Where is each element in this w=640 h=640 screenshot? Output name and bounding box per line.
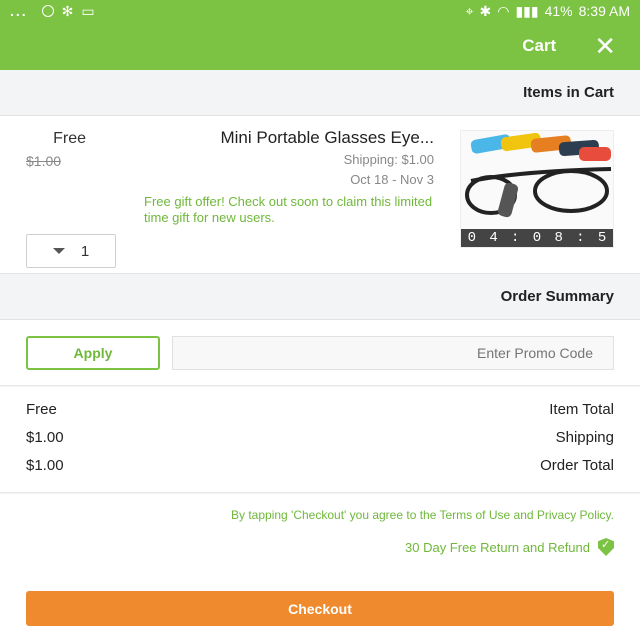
item-total-value: Free [26,401,57,418]
status-bar: ... ✻ ▭ ⌖ ✱ ◠ ▮▮▮ 41% 8:39 AM [0,0,640,22]
terms-link[interactable]: By tapping 'Checkout' you agree to the T… [231,508,614,522]
delivery-dates: Oct 18 - Nov 3 [350,172,434,187]
timer-digit: 5 [597,230,607,246]
shield-check-icon [598,538,614,556]
order-summary-title: Order Summary [500,288,614,305]
glasses-brush-image [465,132,612,218]
product-shipping: Shipping: $1.00 [343,152,434,167]
order-totals: Free Item Total $1.00 Shipping $1.00 Ord… [0,387,640,493]
shipping-value: $1.00 [26,429,64,446]
shipping-label: Shipping [555,429,614,446]
status-icons: ✻ ▭ [41,2,95,20]
countdown-timer: 0 4 : 0 8 : 5 [461,229,613,247]
app-bar: Cart ✕ [0,22,640,70]
battery-level: 41% [544,3,573,19]
shipping-row: $1.00 Shipping [26,429,614,446]
item-total-label: Item Total [549,401,614,418]
quantity-selector[interactable]: 1 [26,234,116,268]
items-section-header: Items in Cart [0,70,640,116]
message-icon: ▭ [81,2,95,19]
timer-digit: 0 [532,230,542,246]
timer-sep: : [511,230,520,246]
order-total-value: $1.00 [26,457,64,474]
product-image[interactable]: 0 4 : 0 8 : 5 [460,130,614,248]
original-price: $1.00 [26,153,62,169]
promo-section: Apply [0,320,640,386]
quantity-value: 1 [80,242,90,260]
checkout-button[interactable]: Checkout [26,591,614,626]
wifi-icon: ◠ [497,2,510,19]
timer-digit: 8 [554,230,563,246]
refund-policy[interactable]: 30 Day Free Return and Refund [405,538,614,556]
product-name[interactable]: Mini Portable Glasses Eye... [220,128,434,148]
apply-button[interactable]: Apply [26,336,160,370]
clock: 8:39 AM [578,3,630,19]
fan-icon: ✻ [61,2,74,19]
timer-digit: 0 [467,230,477,246]
sync-icon [41,5,54,17]
product-price: Free [53,130,86,147]
timer-digit: 4 [489,230,498,246]
close-icon[interactable]: ✕ [594,33,616,59]
status-right: ⌖ ✱ ◠ ▮▮▮ 41% 8:39 AM [466,3,630,20]
order-summary-header: Order Summary [0,274,640,320]
gift-message: Free gift offer! Check out soon to claim… [144,194,433,225]
refund-label: 30 Day Free Return and Refund [405,539,590,555]
bluetooth-icon: ✱ [479,2,492,19]
timer-sep: : [576,230,585,246]
terms-section: By tapping 'Checkout' you agree to the T… [0,494,640,578]
location-icon: ⌖ [465,2,474,19]
order-total-row: $1.00 Order Total [26,457,614,474]
overflow-dots: ... [10,3,28,19]
promo-code-input[interactable] [172,336,614,370]
page-title: Cart [522,36,557,55]
item-total-row: Free Item Total [26,401,614,418]
chevron-down-icon [52,248,65,254]
signal-icon: ▮▮▮ [515,2,539,19]
items-section-title: Items in Cart [523,84,614,101]
checkout-bar: Checkout [0,578,640,640]
order-total-label: Order Total [540,457,614,474]
cart-item: 0 4 : 0 8 : 5 Mini Portable Glasses Eye.… [0,116,640,274]
